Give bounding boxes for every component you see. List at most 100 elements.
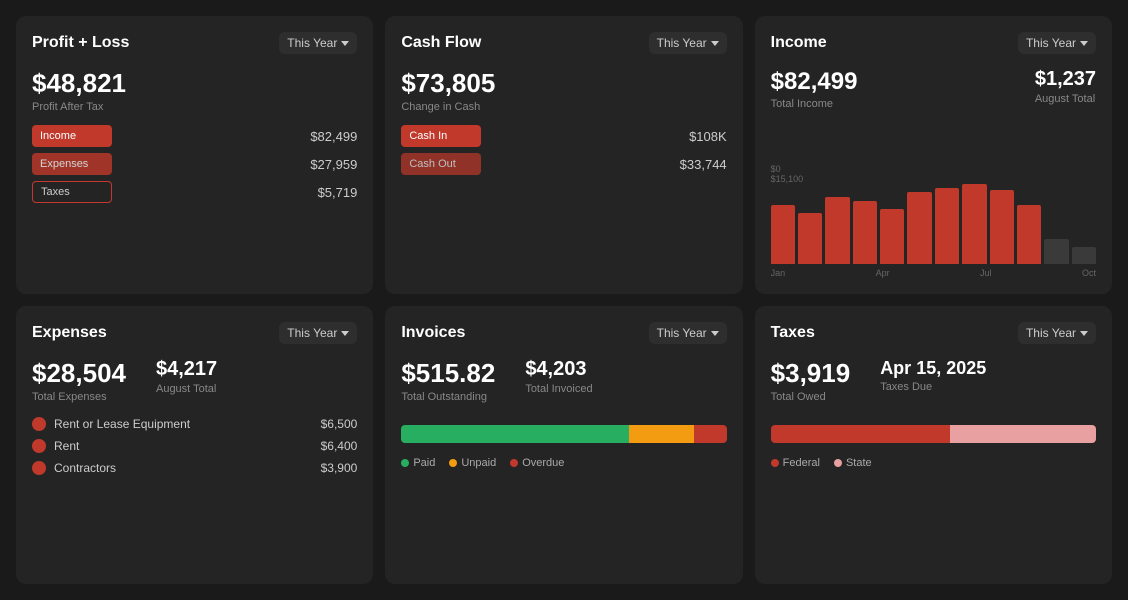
chart-bar-6 [935,188,959,264]
cash-flow-out-row: Cash Out $33,744 [401,153,726,175]
profit-loss-expenses-value: $27,959 [297,157,357,172]
overdue-legend-dot [510,459,518,467]
taxes-due-value: Apr 15, 2025 [880,358,986,379]
invoices-main-value: $515.82 [401,358,495,389]
income-header: Income This Year [771,32,1096,54]
x-label-oct: Oct [1082,268,1096,278]
x-label-jul: Jul [980,268,992,278]
chart-bar-8 [990,190,1014,264]
income-period-selector[interactable]: This Year [1018,32,1096,54]
invoices-legend-overdue: Overdue [510,457,564,469]
cash-in-bar: Cash In [401,125,481,147]
federal-legend-dot [771,459,779,467]
profit-loss-title: Profit + Loss [32,34,129,52]
profit-loss-period-selector[interactable]: This Year [279,32,357,54]
rent-lease-value: $6,500 [321,417,358,431]
profit-loss-taxes-value: $5,719 [297,185,357,200]
income-secondary-label: August Total [1035,93,1096,105]
expenses-secondary-label: August Total [156,383,217,395]
expenses-header: Expenses This Year [32,322,357,344]
invoices-paid-bar [401,425,629,443]
rent-value: $6,400 [321,439,358,453]
invoices-secondary-label: Total Invoiced [525,383,592,395]
chart-bar-7 [962,184,986,264]
profit-loss-main-value: $48,821 [32,68,357,99]
invoices-secondary-block: $4,203 Total Invoiced [525,358,592,415]
taxes-bar [771,425,1096,443]
contractors-label: Contractors [54,461,321,475]
profit-loss-taxes-bar-wrap: Taxes [32,181,297,203]
overdue-legend-label: Overdue [522,457,564,469]
profit-loss-taxes-row: Taxes $5,719 [32,181,357,203]
unpaid-legend-label: Unpaid [461,457,496,469]
taxes-chevron-icon [1080,331,1088,336]
income-total-block: $82,499 Total Income [771,68,858,122]
federal-legend-label: Federal [783,457,820,469]
profit-loss-income-value: $82,499 [297,129,357,144]
chart-x-labels: Jan Apr Jul Oct [771,268,1096,278]
profit-loss-expenses-bar-wrap: Expenses [32,153,297,175]
expenses-main-label: Total Expenses [32,391,126,403]
expenses-period-selector[interactable]: This Year [279,322,357,344]
cash-flow-chevron-icon [711,41,719,46]
rent-lease-dot [32,417,46,431]
taxes-values-row: $3,919 Total Owed Apr 15, 2025 Taxes Due [771,358,1096,415]
expenses-title: Expenses [32,324,107,342]
income-title: Income [771,34,827,52]
taxes-card: Taxes This Year $3,919 Total Owed Apr 15… [755,306,1112,584]
expenses-card: Expenses This Year $28,504 Total Expense… [16,306,373,584]
profit-loss-expenses-row: Expenses $27,959 [32,153,357,175]
taxes-period-selector[interactable]: This Year [1018,322,1096,344]
profit-loss-income-row: Income $82,499 [32,125,357,147]
chart-y-zero: $0 [771,164,781,174]
income-secondary-block: $1,237 August Total [1035,68,1096,122]
invoices-values-row: $515.82 Total Outstanding $4,203 Total I… [401,358,726,415]
taxes-legend-federal: Federal [771,457,820,469]
expenses-bar: Expenses [32,153,112,175]
x-label-jan: Jan [771,268,786,278]
profit-loss-income-bar-wrap: Income [32,125,297,147]
cash-flow-in-row: Cash In $108K [401,125,726,147]
contractors-value: $3,900 [321,461,358,475]
taxes-main-label: Total Owed [771,391,851,403]
chart-bar-3 [853,201,877,264]
cash-flow-period-selector[interactable]: This Year [649,32,727,54]
invoices-overdue-bar [694,425,727,443]
expenses-secondary-block: $4,217 August Total [156,358,217,415]
invoices-period-label: This Year [657,326,707,340]
income-chart-area [771,174,1096,264]
taxes-legend: Federal State [771,457,1096,469]
invoices-period-selector[interactable]: This Year [649,322,727,344]
invoices-header: Invoices This Year [401,322,726,344]
chart-bar-2 [825,197,849,264]
state-legend-label: State [846,457,872,469]
rent-label: Rent [54,439,321,453]
invoices-chevron-icon [711,331,719,336]
chart-bar-5 [907,192,931,264]
profit-loss-period-label: This Year [287,36,337,50]
state-legend-dot [834,459,842,467]
expenses-main-value: $28,504 [32,358,126,389]
taxes-period-label: This Year [1026,326,1076,340]
paid-legend-label: Paid [413,457,435,469]
cash-in-bar-wrap: Cash In [401,125,666,147]
cash-flow-card: Cash Flow This Year $73,805 Change in Ca… [385,16,742,294]
dashboard: Profit + Loss This Year $48,821 Profit A… [0,0,1128,600]
cash-in-value: $108K [667,129,727,144]
expense-row-contractors: Contractors $3,900 [32,461,357,475]
income-main-value: $82,499 [771,68,858,96]
cash-flow-sub-label: Change in Cash [401,101,726,113]
income-chart: $15,100 $0 Jan Apr Jul Oct [771,130,1096,278]
income-bar: Income [32,125,112,147]
expenses-chevron-icon [341,331,349,336]
expenses-values-row: $28,504 Total Expenses $4,217 August Tot… [32,358,357,415]
unpaid-legend-dot [449,459,457,467]
taxes-due-label: Taxes Due [880,381,986,393]
profit-loss-card: Profit + Loss This Year $48,821 Profit A… [16,16,373,294]
income-period-label: This Year [1026,36,1076,50]
taxes-bar: Taxes [32,181,112,203]
profit-loss-chevron-icon [341,41,349,46]
invoices-secondary-value: $4,203 [525,358,592,381]
invoices-total-block: $515.82 Total Outstanding [401,358,495,415]
taxes-state-bar [950,425,1096,443]
